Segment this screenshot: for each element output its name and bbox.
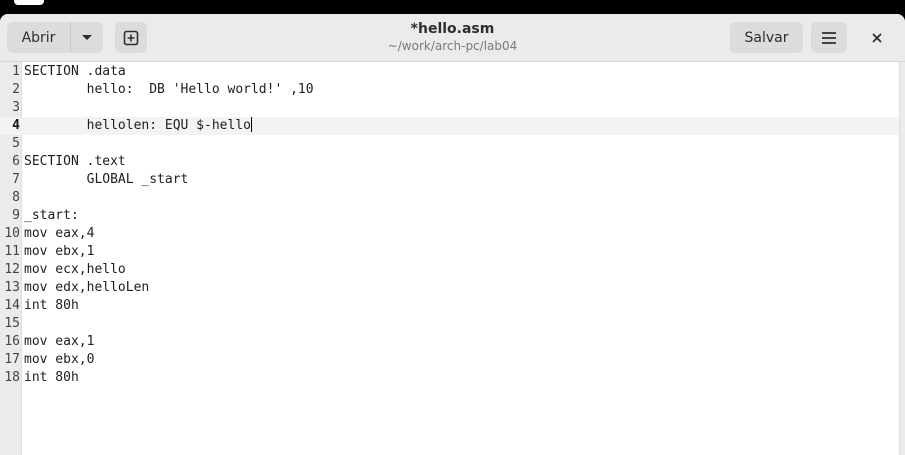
save-button[interactable]: Salvar (730, 22, 803, 53)
new-tab-icon (123, 30, 139, 45)
line-number: 8 (12, 190, 20, 205)
code-line[interactable]: 3 (0, 99, 899, 117)
code-editor[interactable]: 1 SECTION .data 2 hello: DB 'Hello world!'… (0, 62, 905, 455)
code-line[interactable]: 8 (0, 189, 899, 207)
line-text[interactable]: mov eax,1 (24, 333, 94, 351)
line-number: 9 (12, 208, 20, 223)
close-window-button[interactable] (862, 22, 892, 53)
code-line[interactable]: 12 mov ecx,hello (0, 261, 899, 279)
code-line[interactable]: 9 _start: (0, 207, 899, 225)
line-text[interactable]: SECTION .data (24, 63, 126, 81)
right-margin (899, 62, 905, 455)
hamburger-menu-icon (822, 31, 836, 44)
code-line[interactable]: 16 mov eax,1 (0, 333, 899, 351)
code-line[interactable]: 11 mov ebx,1 (0, 243, 899, 261)
line-number: 17 (4, 352, 20, 367)
line-number: 13 (4, 280, 20, 295)
line-number: 7 (12, 172, 20, 187)
line-text[interactable]: mov edx,helloLen (24, 279, 149, 297)
code-line[interactable]: 7 GLOBAL _start (0, 171, 899, 189)
close-icon (872, 32, 882, 43)
new-document-button[interactable] (115, 22, 147, 53)
line-number: 4 (12, 118, 20, 133)
document-title: *hello.asm (410, 21, 495, 37)
code-line[interactable]: 4 hellolen: EQU $-hello (0, 117, 899, 135)
main-menu-button[interactable] (811, 22, 847, 53)
code-line[interactable]: 14 int 80h (0, 297, 899, 315)
chevron-down-icon (82, 34, 92, 40)
line-text[interactable]: int 80h (24, 297, 79, 315)
line-text[interactable]: hellolen: EQU $-hello (24, 117, 252, 135)
code-line[interactable]: 18 int 80h (0, 369, 899, 387)
window-title-area: *hello.asm ~/work/arch-pc/lab04 (300, 20, 605, 54)
code-line[interactable]: 5 (0, 135, 899, 153)
line-number: 3 (12, 100, 20, 115)
line-number: 10 (4, 226, 20, 241)
system-top-bar (0, 0, 905, 14)
line-text[interactable]: SECTION .text (24, 153, 126, 171)
header-bar: Abrir *hello.asm ~/work/arch-pc/lab04 Sa… (0, 14, 905, 62)
line-text[interactable]: _start: (24, 207, 79, 225)
text-cursor (250, 117, 252, 132)
line-text[interactable]: GLOBAL _start (24, 171, 189, 189)
line-number: 11 (4, 244, 20, 259)
line-number: 18 (4, 370, 20, 385)
line-number: 1 (12, 64, 20, 79)
line-text[interactable]: mov eax,4 (24, 225, 94, 243)
line-number: 12 (4, 262, 20, 277)
code-line[interactable]: 1 SECTION .data (0, 63, 899, 81)
line-number: 16 (4, 334, 20, 349)
code-line[interactable]: 15 (0, 315, 899, 333)
code-line[interactable]: 10 mov eax,4 (0, 225, 899, 243)
line-text[interactable]: int 80h (24, 369, 79, 387)
document-path: ~/work/arch-pc/lab04 (387, 39, 518, 53)
code-line[interactable]: 17 mov ebx,0 (0, 351, 899, 369)
code-lines[interactable]: 1 SECTION .data 2 hello: DB 'Hello world!'… (0, 63, 899, 387)
code-line[interactable]: 2 hello: DB 'Hello world!' ,10 (0, 81, 899, 99)
line-number: 6 (12, 154, 20, 169)
line-text[interactable]: hello: DB 'Hello world!' ,10 (24, 81, 314, 99)
line-number: 14 (4, 298, 20, 313)
line-number: 5 (12, 136, 20, 151)
open-dropdown-button[interactable] (71, 22, 103, 53)
line-text[interactable]: mov ecx,hello (24, 261, 126, 279)
text-editor-window: Abrir *hello.asm ~/work/arch-pc/lab04 Sa… (0, 14, 905, 455)
activities-indicator[interactable] (14, 0, 44, 5)
open-button-group: Abrir (7, 22, 103, 53)
line-text[interactable]: mov ebx,0 (24, 351, 94, 369)
line-number: 2 (12, 82, 20, 97)
code-line[interactable]: 13 mov edx,helloLen (0, 279, 899, 297)
open-button[interactable]: Abrir (7, 22, 71, 53)
code-line[interactable]: 6 SECTION .text (0, 153, 899, 171)
line-text[interactable]: mov ebx,1 (24, 243, 94, 261)
line-number: 15 (4, 316, 20, 331)
